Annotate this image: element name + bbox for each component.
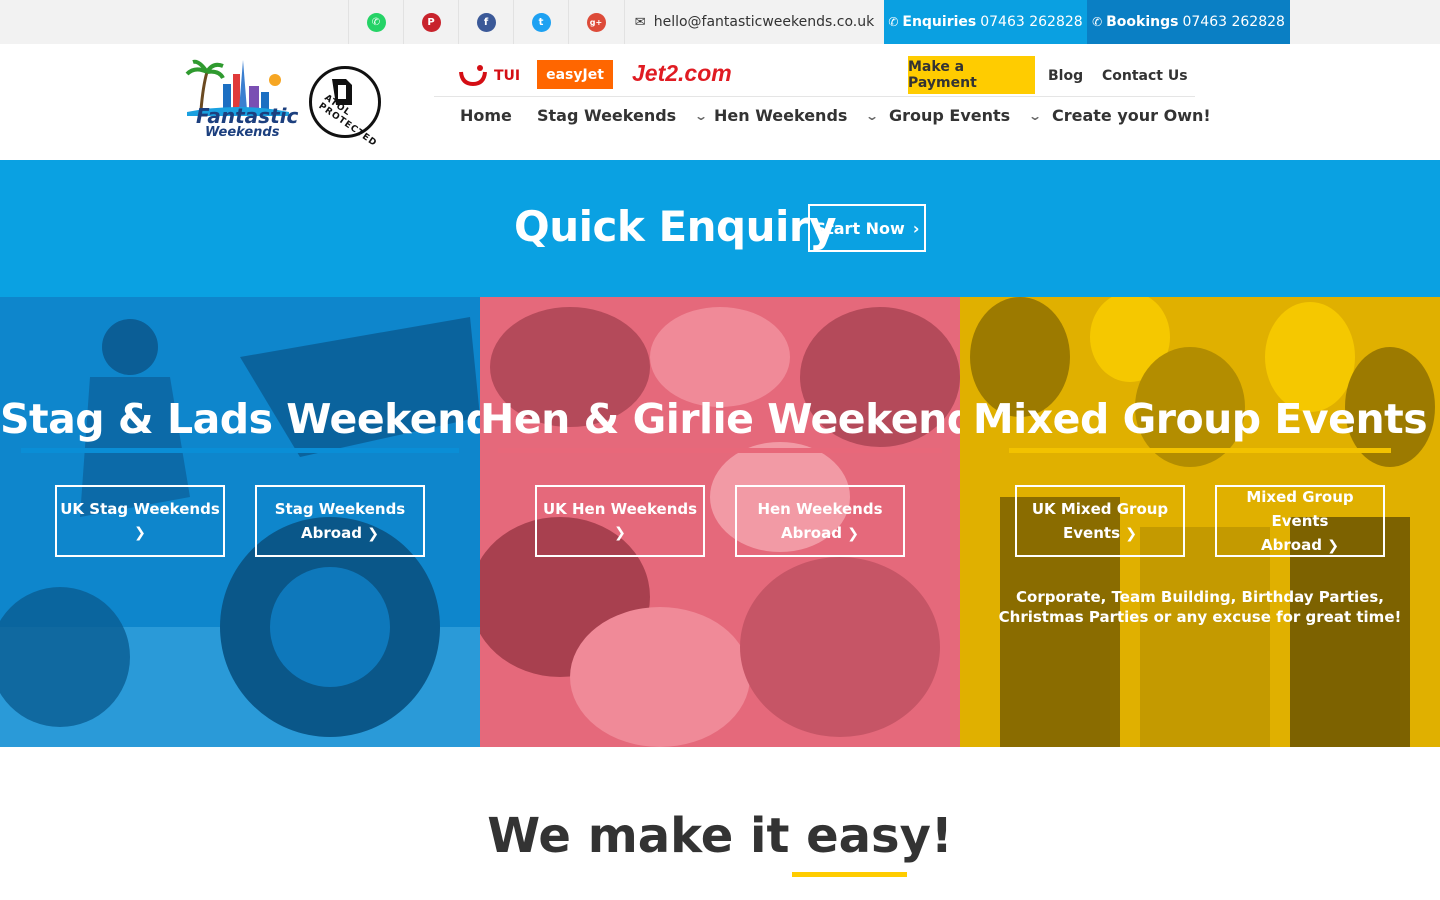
uk-stag-label: UK Stag Weekends bbox=[60, 500, 220, 518]
hen-abroad-button[interactable]: Hen Weekends Abroad ❯ bbox=[735, 485, 905, 557]
chevron-down-icon: ⌄ bbox=[694, 108, 709, 123]
chevron-right-icon: ❯ bbox=[614, 525, 626, 541]
uk-stag-button[interactable]: UK Stag Weekends ❯ bbox=[55, 485, 225, 557]
uk-mixed-button[interactable]: UK Mixed Group Events ❯ bbox=[1015, 485, 1185, 557]
quick-enquiry-title: Quick Enquiry bbox=[514, 202, 837, 251]
nav-home[interactable]: Home bbox=[460, 106, 512, 125]
chevron-right-icon: › bbox=[912, 218, 920, 238]
stag-underline bbox=[21, 448, 459, 453]
atol-badge: ATOL PROTECTED bbox=[309, 66, 381, 149]
hen-panel[interactable]: Hen & Girlie Weekends UK Hen Weekends ❯ … bbox=[480, 297, 960, 747]
pinterest-link[interactable]: P bbox=[403, 0, 458, 44]
nav-home-label: Home bbox=[460, 106, 512, 125]
logo-title: Fantastic bbox=[196, 104, 299, 128]
uk-mixed-label-1: UK Mixed Group bbox=[1031, 499, 1169, 518]
mixed-title: Mixed Group Events bbox=[972, 395, 1428, 443]
envelope-icon: ✉ bbox=[634, 14, 646, 30]
facebook-link[interactable]: f bbox=[458, 0, 513, 44]
email-text: hello@fantasticweekends.co.uk bbox=[653, 14, 875, 30]
phone-icon: ✆ bbox=[1092, 15, 1103, 29]
nav-hen-label: Hen Weekends bbox=[714, 106, 848, 125]
nav-stag-label: Stag Weekends bbox=[537, 106, 677, 125]
chevron-right-icon: ❯ bbox=[134, 525, 146, 541]
jet2-logo: Jet2.com bbox=[632, 60, 732, 86]
mixed-underline bbox=[1009, 448, 1391, 453]
chevron-right-icon: ❯ bbox=[367, 525, 379, 542]
enquiries-label: Enquiries bbox=[902, 14, 977, 30]
bookings-phone-link[interactable]: ✆ Bookings 07463 262828 bbox=[1087, 0, 1290, 44]
logo-subtitle: Weekends bbox=[205, 125, 280, 140]
uk-hen-button[interactable]: UK Hen Weekends ❯ bbox=[535, 485, 705, 557]
start-now-button[interactable]: Start Now › bbox=[808, 204, 926, 252]
make-payment-button[interactable]: Make a Payment bbox=[908, 56, 1035, 94]
hen-abroad-label-1: Hen Weekends bbox=[757, 499, 883, 518]
easyjet-logo: easyJet bbox=[537, 60, 613, 89]
chevron-down-icon: ⌄ bbox=[1028, 108, 1043, 123]
nav-hen[interactable]: Hen Weekends ⌄ bbox=[714, 106, 880, 125]
chevron-right-icon: ❯ bbox=[1125, 525, 1137, 542]
quick-enquiry-banner: Quick Enquiry Start Now › bbox=[0, 160, 1440, 297]
mixed-abroad-label-1: Mixed Group Events bbox=[1246, 487, 1354, 530]
googleplus-icon: g+ bbox=[586, 12, 606, 32]
mixed-description: Corporate, Team Building, Birthday Parti… bbox=[998, 588, 1402, 626]
enquiries-phone: 07463 262828 bbox=[980, 14, 1083, 30]
nav-create[interactable]: Create your Own! bbox=[1052, 106, 1211, 125]
tui-smile-icon bbox=[459, 65, 487, 87]
whatsapp-link[interactable]: ✆ bbox=[348, 0, 403, 44]
chevron-right-icon: ❯ bbox=[1327, 537, 1339, 554]
stag-abroad-button[interactable]: Stag Weekends Abroad ❯ bbox=[255, 485, 425, 557]
start-now-label: Start Now bbox=[814, 218, 905, 238]
tui-text: TUI bbox=[494, 68, 521, 84]
chevron-down-icon: ⌄ bbox=[865, 108, 880, 123]
stag-title: Stag & Lads Weekends bbox=[0, 395, 480, 443]
uk-hen-label: UK Hen Weekends bbox=[542, 500, 698, 518]
header-divider bbox=[434, 96, 1195, 97]
uk-mixed-line2: Events ❯ bbox=[1063, 523, 1137, 542]
hen-title: Hen & Girlie Weekends bbox=[480, 395, 960, 443]
mixed-abroad-line2: Abroad ❯ bbox=[1261, 535, 1339, 554]
nav-group-label: Group Events bbox=[889, 106, 1011, 125]
twitter-link[interactable]: t bbox=[513, 0, 568, 44]
nav-stag[interactable]: Stag Weekends ⌄ bbox=[537, 106, 709, 125]
nav-create-label: Create your Own! bbox=[1052, 106, 1211, 125]
googleplus-link[interactable]: g+ bbox=[568, 0, 623, 44]
phone-icon: ✆ bbox=[888, 15, 899, 29]
twitter-icon: t bbox=[531, 12, 551, 32]
hen-abroad-line2: Abroad ❯ bbox=[781, 523, 859, 542]
site-header: Fantastic Weekends ATOL PROTECTED TUI ea… bbox=[0, 44, 1440, 160]
mixed-panel[interactable]: Mixed Group Events UK Mixed Group Events… bbox=[960, 297, 1440, 747]
section-heading: We make it easy! bbox=[487, 808, 953, 864]
email-link[interactable]: ✉ hello@fantasticweekends.co.uk bbox=[624, 0, 884, 44]
nav-group[interactable]: Group Events ⌄ bbox=[889, 106, 1043, 125]
mixed-abroad-button[interactable]: Mixed Group Events Abroad ❯ bbox=[1215, 485, 1385, 557]
blog-link[interactable]: Blog bbox=[1048, 68, 1083, 84]
heading-underline bbox=[792, 872, 907, 877]
enquiries-phone-link[interactable]: ✆ Enquiries 07463 262828 bbox=[884, 0, 1087, 44]
bookings-label: Bookings bbox=[1106, 14, 1179, 30]
chevron-right-icon: ❯ bbox=[847, 525, 859, 542]
tui-logo: TUI bbox=[458, 62, 520, 90]
stag-abroad-line2: Abroad ❯ bbox=[301, 523, 379, 542]
contact-link[interactable]: Contact Us bbox=[1102, 68, 1188, 84]
stag-abroad-label-1: Stag Weekends bbox=[274, 499, 406, 518]
pinterest-icon: P bbox=[421, 12, 441, 32]
hen-underline bbox=[498, 448, 942, 453]
bookings-phone: 07463 262828 bbox=[1182, 14, 1285, 30]
top-bar: ✆ P f t g+ ✉ hello@fantasticweekends.co.… bbox=[0, 0, 1440, 44]
stag-panel[interactable]: Stag & Lads Weekends UK Stag Weekends ❯ … bbox=[0, 297, 480, 747]
facebook-icon: f bbox=[476, 12, 496, 32]
whatsapp-icon: ✆ bbox=[366, 12, 386, 32]
